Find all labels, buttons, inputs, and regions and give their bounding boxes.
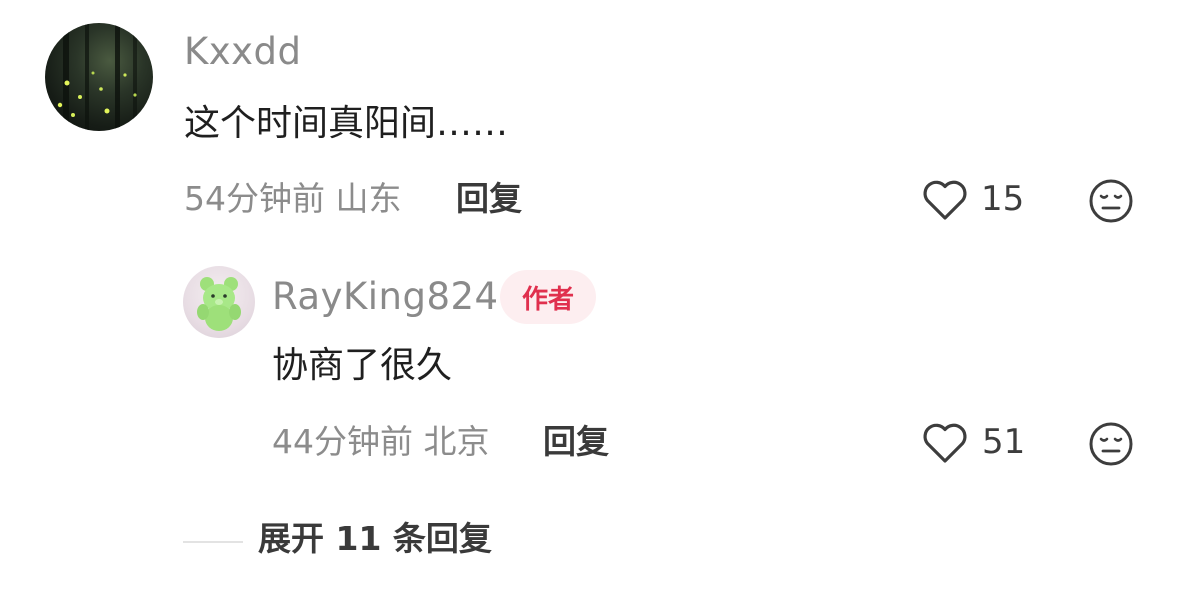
- comment-time-location: 54分钟前 山东: [184, 179, 402, 218]
- heart-outline-icon[interactable]: [921, 178, 969, 226]
- reply-reply-button[interactable]: 回复: [543, 425, 609, 458]
- comment-like-count: 15: [981, 179, 1025, 219]
- heart-outline-icon[interactable]: [921, 421, 969, 469]
- reply-username[interactable]: RayKing824: [272, 278, 499, 315]
- expand-divider: [183, 541, 243, 543]
- neutral-face-icon[interactable]: [1088, 178, 1134, 228]
- comment-reply-button[interactable]: 回复: [456, 182, 522, 215]
- green-bear-avatar-image: [197, 277, 241, 331]
- forest-fireflies-avatar-image: [57, 23, 137, 131]
- reply-time-location: 44分钟前 北京: [272, 422, 490, 461]
- reply-text: 协商了很久: [272, 345, 453, 386]
- commenter-avatar[interactable]: [45, 23, 153, 131]
- expand-replies-button[interactable]: 展开 11 条回复: [258, 522, 492, 555]
- neutral-face-icon[interactable]: [1088, 421, 1134, 471]
- comment-text: 这个时间真阳间……: [184, 103, 509, 144]
- author-badge: 作者: [500, 270, 596, 324]
- replier-avatar[interactable]: [183, 266, 255, 338]
- reply-like-count: 51: [982, 422, 1026, 462]
- comment-username[interactable]: Kxxdd: [184, 33, 302, 70]
